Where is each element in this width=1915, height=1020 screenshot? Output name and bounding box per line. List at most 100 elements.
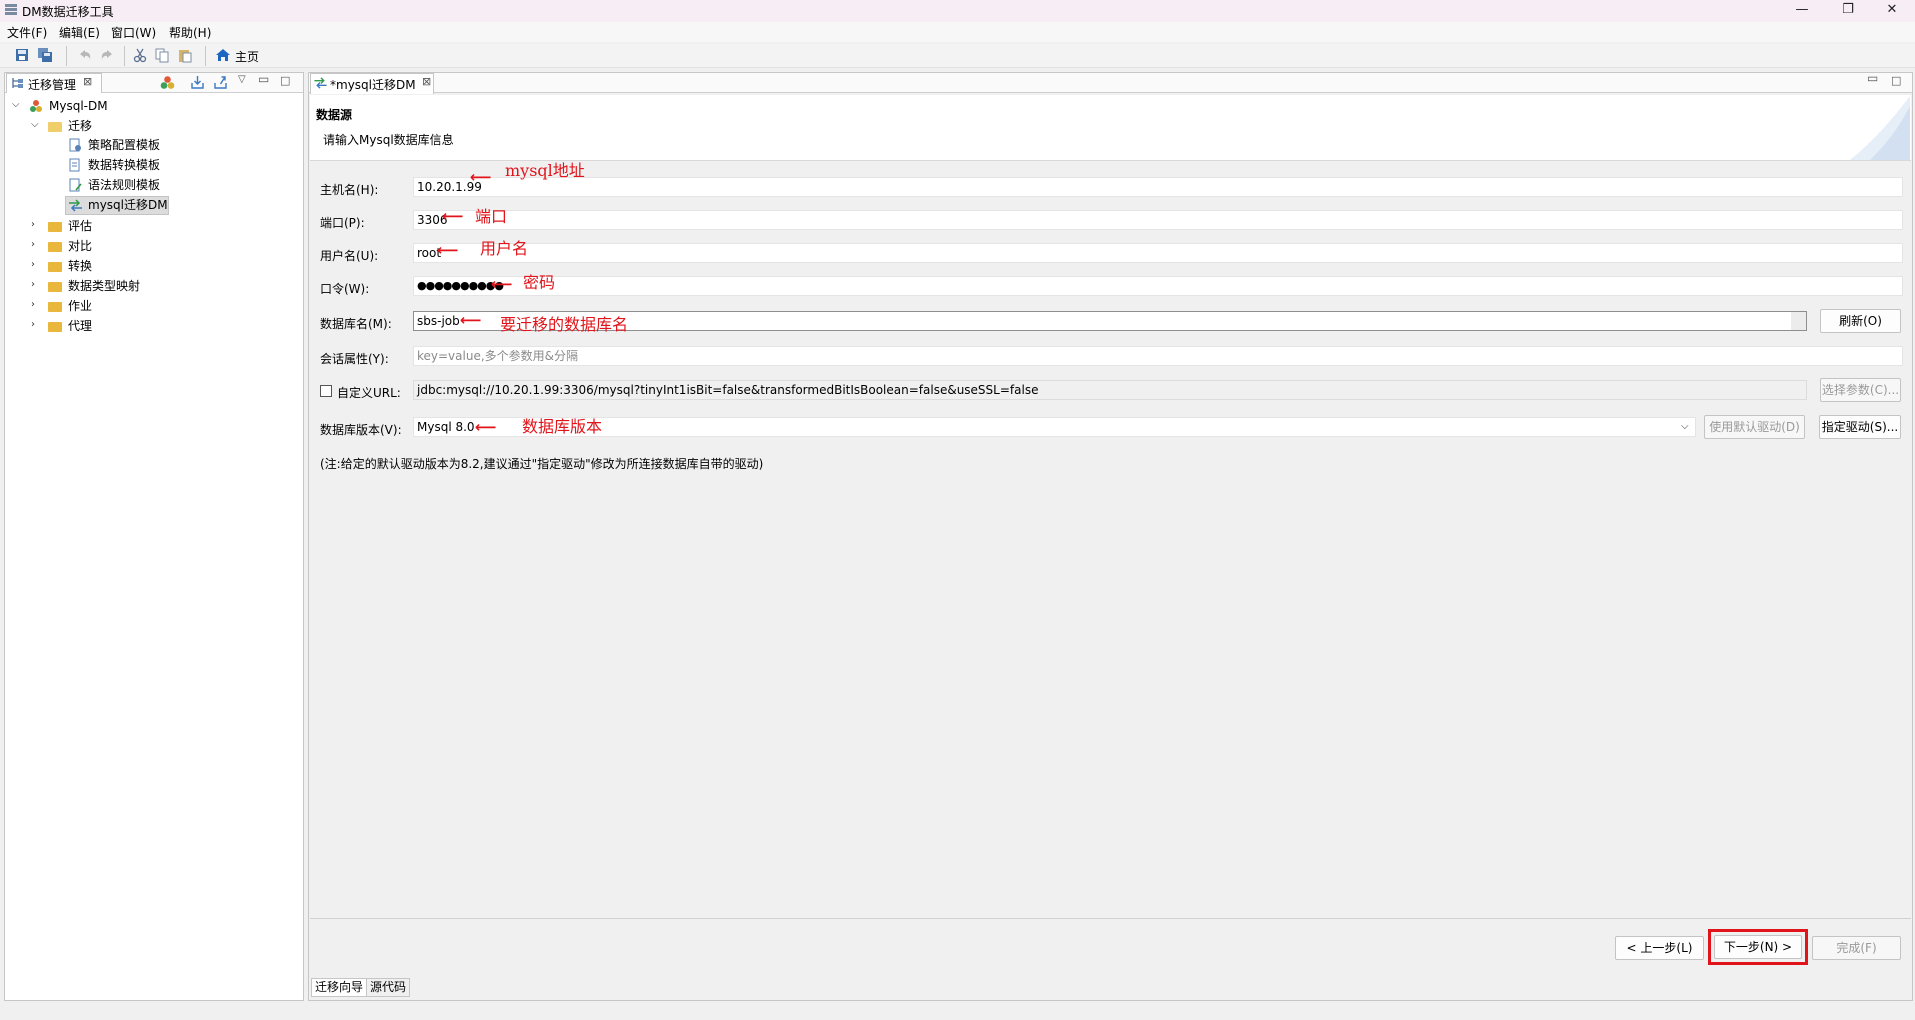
password-label: 口令(W): (320, 282, 370, 296)
port-input[interactable]: 3306 (413, 210, 1903, 230)
save-all-icon[interactable] (37, 47, 53, 63)
maximize-view-icon[interactable]: □ (1891, 74, 1901, 87)
toolbar-separator (66, 46, 67, 66)
host-input[interactable]: 10.20.1.99 (413, 177, 1903, 197)
home-button-label[interactable]: 主页 (235, 48, 259, 65)
left-tab-label: 迁移管理 (28, 78, 77, 92)
tree-node-agent[interactable]: 代理 (68, 317, 92, 335)
migration-task-icon (69, 199, 82, 212)
tree-node-mysql-dm[interactable]: Mysql-DM (49, 97, 108, 115)
mysql-dm-icon (30, 100, 42, 112)
page-title: 数据源 (316, 108, 353, 122)
tree-node-datatype-mapping[interactable]: 数据类型映射 (68, 277, 140, 295)
specify-driver-button[interactable]: 指定驱动(S)... (1819, 415, 1901, 439)
annotation-password: 密码 (523, 273, 556, 292)
maximize-view-icon[interactable]: □ (280, 74, 290, 87)
chevron-right-icon[interactable]: › (31, 239, 35, 250)
status-bar (0, 1004, 1915, 1020)
chevron-right-icon[interactable]: › (31, 299, 35, 310)
minimize-view-icon[interactable]: ▭ (258, 72, 269, 86)
syntax-rule-template-icon (69, 178, 82, 192)
save-icon[interactable] (14, 47, 30, 63)
menu-file[interactable]: 文件(F) (7, 24, 47, 41)
username-input[interactable]: root (413, 243, 1903, 263)
data-transform-template-icon (69, 158, 80, 172)
refresh-button[interactable]: 刷新(O) (1820, 309, 1901, 333)
tree-view-icon (12, 78, 23, 88)
tree-node-mysql-migrate-dm[interactable]: mysql迁移DM (88, 196, 168, 214)
window-title: DM数据迁移工具 (22, 5, 114, 19)
chevron-right-icon[interactable]: › (31, 319, 35, 330)
host-label: 主机名(H): (320, 183, 379, 197)
close-button[interactable]: ✕ (1869, 0, 1915, 22)
paste-icon[interactable] (177, 47, 193, 63)
folder-icon (48, 262, 62, 272)
next-button[interactable]: 下一步(N) > (1714, 935, 1802, 959)
toolbar-separator (124, 46, 125, 66)
menu-help[interactable]: 帮助(H) (169, 24, 211, 41)
annotation-version: 数据库版本 (522, 417, 603, 436)
tree-node-assess[interactable]: 评估 (68, 217, 92, 235)
toolbar (0, 44, 1915, 68)
db-version-label: 数据库版本(V): (320, 423, 402, 437)
home-icon[interactable] (215, 47, 231, 63)
tree-node-migrate[interactable]: 迁移 (68, 117, 92, 135)
annotation-user: 用户名 (480, 239, 529, 258)
tree-node-syntax-rule-template[interactable]: 语法规则模板 (88, 176, 160, 194)
session-props-label: 会话属性(Y): (320, 352, 389, 366)
dbname-dropdown-button[interactable] (1791, 312, 1806, 330)
annotation-port: 端口 (475, 207, 508, 226)
folder-icon (48, 222, 62, 232)
annotation-arrow: ⟵ (437, 241, 459, 259)
redo-icon[interactable] (99, 47, 115, 63)
tree-node-strategy-template[interactable]: 策略配置模板 (88, 136, 160, 154)
chevron-down-icon[interactable]: ⌵ (31, 119, 39, 130)
annotation-host: mysql地址 (505, 161, 585, 180)
cut-icon[interactable] (132, 47, 148, 63)
chevron-right-icon[interactable]: › (31, 279, 35, 290)
close-tab-icon[interactable]: ⊠ (422, 75, 431, 88)
prev-button[interactable]: < 上一步(L) (1615, 936, 1704, 960)
editor-tab-bar (309, 73, 1912, 93)
import-icon[interactable] (190, 75, 205, 90)
chevron-right-icon[interactable]: › (31, 259, 35, 270)
chevron-down-icon[interactable]: ⌵ (1681, 421, 1689, 432)
copy-icon[interactable] (154, 47, 170, 63)
toolbar-separator (205, 46, 206, 66)
chevron-down-icon[interactable]: ⌵ (12, 99, 20, 110)
dbname-label: 数据库名(M): (320, 317, 392, 331)
tree-node-compare[interactable]: 对比 (68, 237, 92, 255)
tree-node-job[interactable]: 作业 (68, 297, 92, 315)
use-default-driver-button: 使用默认驱动(D) (1704, 415, 1805, 439)
custom-url-label: 自定义URL: (337, 386, 401, 400)
wizard-header (310, 95, 1911, 161)
password-input[interactable]: ●●●●●●●●●● (413, 276, 1903, 296)
connect-icon[interactable] (160, 75, 175, 90)
driver-note: (注:给定的默认驱动版本为8.2,建议通过"指定驱动"修改为所连接数据库自带的驱… (320, 457, 764, 471)
port-label: 端口(P): (320, 216, 365, 230)
undo-icon[interactable] (77, 47, 93, 63)
tab-source-code[interactable]: 源代码 (366, 978, 411, 997)
menu-window[interactable]: 窗口(W) (111, 24, 156, 41)
close-tab-icon[interactable]: ⊠ (83, 75, 92, 88)
custom-url-checkbox[interactable] (320, 385, 332, 397)
migration-task-icon (314, 77, 327, 89)
view-menu-icon[interactable]: ▽ (238, 74, 246, 85)
tree-node-convert[interactable]: 转换 (68, 257, 92, 275)
annotation-arrow: ⟵ (491, 275, 513, 293)
tab-migration-wizard[interactable]: 迁移向导 (311, 978, 368, 997)
wizard-banner-graphic (1850, 96, 1910, 160)
restore-button[interactable]: ❐ (1825, 0, 1871, 22)
export-icon[interactable] (213, 75, 228, 90)
tree-node-data-transform-template[interactable]: 数据转换模板 (88, 156, 160, 174)
annotation-arrow: ⟵ (475, 418, 497, 436)
session-props-input[interactable]: key=value,多个参数用&分隔 (413, 346, 1903, 366)
minimize-button[interactable]: — (1779, 0, 1825, 22)
editor-tab-label: *mysql迁移DM (330, 78, 416, 92)
minimize-view-icon[interactable]: ▭ (1867, 71, 1878, 85)
menu-edit[interactable]: 编辑(E) (59, 24, 100, 41)
folder-icon (48, 282, 62, 292)
db-version-select[interactable]: Mysql 8.0 (413, 417, 1696, 437)
chevron-right-icon[interactable]: › (31, 219, 35, 230)
username-label: 用户名(U): (320, 249, 379, 263)
